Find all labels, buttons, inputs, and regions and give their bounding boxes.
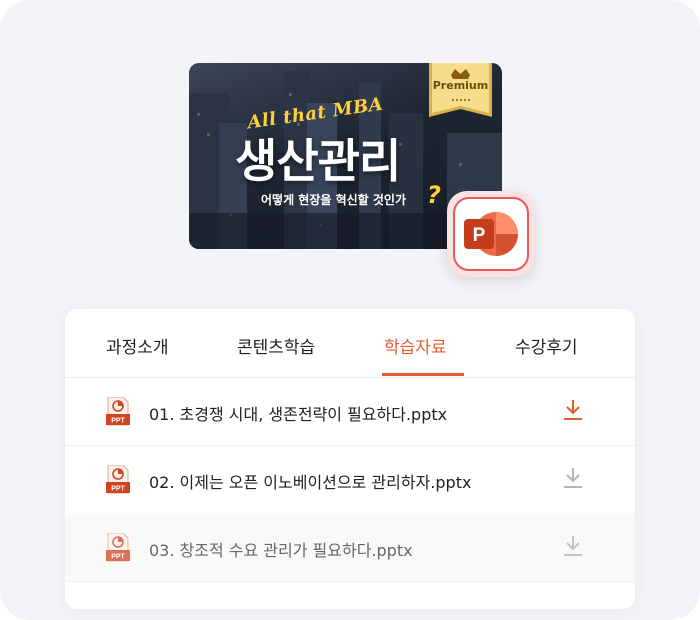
svg-text:P: P [473,225,486,246]
ppt-file-icon: PPT [106,533,130,562]
active-tab-indicator [382,373,464,376]
svg-text:PPT: PPT [111,554,125,561]
tab-course-intro[interactable]: 과정소개 [106,333,169,358]
app-frame: All that MBA 생산관리 어떻게 현장을 혁신할 것인가 ? Prem… [0,0,700,620]
svg-text:PPT: PPT [111,486,125,493]
banner-title: 생산관리 [235,134,401,188]
file-row[interactable]: PPT 03. 창조적 수요 관리가 필요하다.pptx [65,513,635,582]
svg-text:PPT: PPT [111,418,125,425]
file-name: 03. 창조적 수요 관리가 필요하다.pptx [149,541,413,560]
file-name: 01. 초경쟁 시대, 생존전략이 필요하다.pptx [149,405,448,424]
download-icon[interactable] [563,466,583,490]
tab-reviews[interactable]: 수강후기 [515,333,578,358]
tab-content-learning[interactable]: 콘텐츠학습 [237,333,315,358]
ppt-file-icon: PPT [106,397,130,426]
powerpoint-icon: P [464,212,518,256]
download-icon[interactable] [563,398,583,422]
course-panel: 과정소개 콘텐츠학습 학습자료 수강후기 PPT 01. 초경쟁 시대, 생존전… [65,309,635,609]
premium-badge: Premium [429,63,492,117]
powerpoint-app-icon[interactable]: P [447,191,535,277]
download-icon[interactable] [563,534,583,558]
file-row[interactable]: PPT 02. 이제는 오픈 이노베이션으로 관리하자.pptx [65,445,635,514]
file-row[interactable]: PPT 01. 초경쟁 시대, 생존전략이 필요하다.pptx [65,377,635,446]
banner-question-mark: ? [427,181,441,209]
premium-badge-label: Premium [432,79,489,92]
ppt-file-icon: PPT [106,465,130,494]
banner-subtitle: 어떻게 현장을 혁신할 것인가 [261,193,407,207]
tab-learning-materials[interactable]: 학습자료 [384,333,447,358]
tab-bar: 과정소개 콘텐츠학습 학습자료 수강후기 [65,309,635,378]
file-name: 02. 이제는 오픈 이노베이션으로 관리하자.pptx [149,473,472,492]
